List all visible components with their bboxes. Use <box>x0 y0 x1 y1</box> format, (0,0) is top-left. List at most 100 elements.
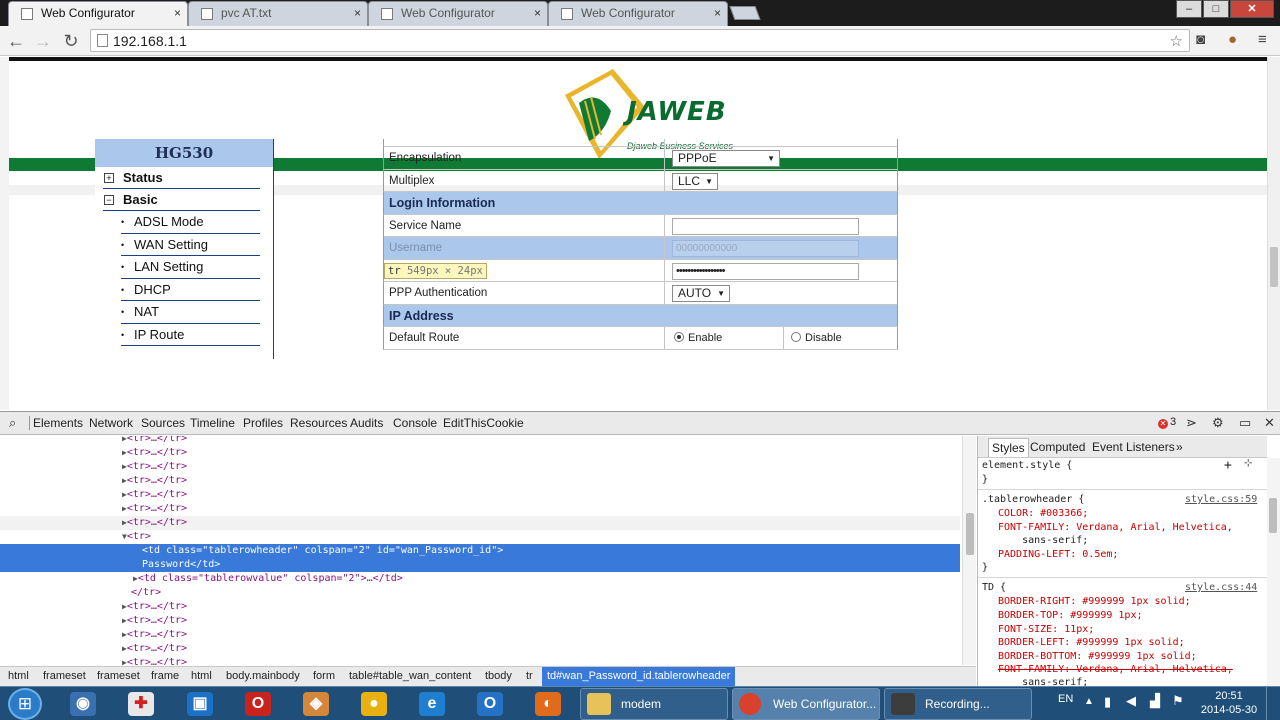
scrollbar-thumb[interactable] <box>1269 498 1277 533</box>
collapse-triangle-icon[interactable]: ▼ <box>0 532 127 541</box>
menu-item-nat[interactable]: NAT <box>121 301 260 324</box>
task-recording[interactable]: Recording... <box>884 688 1032 720</box>
page-scrollbar[interactable] <box>1267 57 1280 410</box>
dom-node-row[interactable]: ▶<tr>…</tr> <box>0 488 960 502</box>
dom-node-row[interactable]: ▶<tr>…</tr> <box>0 502 960 516</box>
expand-triangle-icon[interactable]: ▶ <box>0 574 138 583</box>
css-property[interactable]: BORDER-RIGHT: #999999 1px solid; <box>998 596 1191 607</box>
browser-tab-2[interactable]: pvc AT.txt × <box>188 1 368 26</box>
username-input[interactable]: 00000000000 <box>672 240 859 257</box>
rule-source-link[interactable]: style.css:59 <box>1185 494 1257 505</box>
expand-triangle-icon[interactable]: ▶ <box>0 462 127 471</box>
devtools-tab-audits[interactable]: Audits <box>350 416 383 430</box>
css-property[interactable]: FONT-SIZE: 11px; <box>998 624 1094 635</box>
volume-icon[interactable]: ◀ <box>1126 693 1136 709</box>
expand-triangle-icon[interactable]: ▶ <box>0 518 127 527</box>
css-property[interactable]: BORDER-BOTTOM: #999999 1px solid; <box>998 651 1197 662</box>
tab-close-icon[interactable]: × <box>354 2 361 25</box>
add-rule-icon[interactable]: + <box>1224 458 1232 473</box>
dom-node-row[interactable]: ▶<tr>…</tr> <box>0 656 960 665</box>
toggle-state-icon[interactable]: ⊹ <box>1244 458 1252 469</box>
dom-node-row[interactable]: ▶<tr>…</tr> <box>0 474 960 488</box>
start-button[interactable]: ⊞ <box>8 688 42 720</box>
network-signal-icon[interactable]: ▟ <box>1150 693 1160 709</box>
settings-gear-icon[interactable]: ⚙ <box>1212 415 1224 431</box>
styles-scrollbar[interactable] <box>1267 458 1280 686</box>
crumb[interactable]: tbody <box>485 670 512 682</box>
menu-item-adsl-mode[interactable]: ADSL Mode <box>121 211 260 234</box>
dom-node-selected[interactable]: <td class="tablerowheader" colspan="2" i… <box>0 544 960 558</box>
devtools-tab-network[interactable]: Network <box>89 416 133 430</box>
expand-triangle-icon[interactable]: ▶ <box>0 602 127 611</box>
crumb[interactable]: form <box>313 670 335 682</box>
rule-source-link[interactable]: style.css:44 <box>1185 582 1257 593</box>
maximize-button[interactable]: □ <box>1203 0 1229 18</box>
expand-triangle-icon[interactable]: ▶ <box>0 630 127 639</box>
expand-triangle-icon[interactable]: ▶ <box>0 436 127 443</box>
language-indicator[interactable]: EN <box>1058 693 1073 705</box>
minimize-button[interactable]: – <box>1176 0 1202 18</box>
bookmark-star-icon[interactable]: ☆ <box>1170 32 1183 50</box>
default-route-disable-radio[interactable]: Disable <box>791 332 842 344</box>
cookie-extension-icon[interactable]: ● <box>1228 31 1237 48</box>
dom-node-row[interactable]: ▶<tr>…</tr> <box>0 446 960 460</box>
menu-item-lan-setting[interactable]: LAN Setting <box>121 256 260 279</box>
devtools-tab-resources[interactable]: Resources <box>290 416 347 430</box>
tab-styles[interactable]: Styles <box>988 438 1029 457</box>
devtools-tab-sources[interactable]: Sources <box>141 416 185 430</box>
collapse-minus-icon[interactable]: − <box>104 195 114 205</box>
expand-triangle-icon[interactable]: ▶ <box>0 616 127 625</box>
tab-computed[interactable]: Computed <box>1030 440 1085 454</box>
console-drawer-icon[interactable]: ⋗ <box>1186 415 1197 431</box>
crumb[interactable]: html <box>191 670 212 682</box>
tab-event-listeners[interactable]: Event Listeners <box>1092 440 1175 454</box>
default-route-enable-radio[interactable]: Enable <box>674 332 722 344</box>
app-icon-firefox[interactable]: ◐ <box>535 692 561 716</box>
task-web-configurator[interactable]: Web Configurator... <box>732 688 880 720</box>
scrollbar-thumb[interactable] <box>966 513 974 555</box>
menu-item-dhcp[interactable]: DHCP <box>121 279 260 301</box>
app-icon-outlook[interactable]: O <box>477 692 503 716</box>
tray-expand-icon[interactable]: ▲ <box>1084 696 1094 707</box>
service-name-input[interactable] <box>672 217 859 235</box>
app-icon-media[interactable]: ● <box>361 692 387 716</box>
expand-triangle-icon[interactable]: ▶ <box>0 476 127 485</box>
scrollbar-thumb[interactable] <box>1270 247 1278 287</box>
new-tab-button[interactable] <box>729 6 761 20</box>
ppp-auth-select[interactable]: AUTO ▼ <box>672 285 730 302</box>
dom-node-row[interactable]: ▶<tr>…</tr> <box>0 460 960 474</box>
devtools-tab-timeline[interactable]: Timeline <box>190 416 235 430</box>
battery-icon[interactable]: ▮ <box>1104 694 1111 710</box>
forward-arrow-icon[interactable]: → <box>32 30 54 52</box>
dom-node-close[interactable]: </tr> <box>0 586 960 600</box>
dom-node-selected-text[interactable]: Password</td> <box>0 558 960 572</box>
back-arrow-icon[interactable]: ← <box>5 30 27 52</box>
browser-tab-3[interactable]: Web Configurator × <box>368 1 548 26</box>
crumb[interactable]: tr <box>526 670 533 682</box>
crumb[interactable]: body.mainbody <box>226 670 300 682</box>
dom-node-row[interactable]: ▶<tr>…</tr> <box>0 436 960 446</box>
tab-close-icon[interactable]: × <box>534 2 541 25</box>
crumb[interactable]: table#table_wan_content <box>349 670 471 682</box>
reload-icon[interactable]: ↻ <box>60 30 82 52</box>
expand-triangle-icon[interactable]: ▶ <box>0 490 127 499</box>
password-input[interactable]: ••••••••••••••••• <box>672 262 859 280</box>
app-icon-network[interactable]: ◉ <box>70 692 96 716</box>
menu-item-wan-setting[interactable]: WAN Setting <box>121 234 260 256</box>
css-property[interactable]: FONT-FAMILY: Verdana, Arial, Helvetica, <box>998 522 1233 533</box>
elements-tree[interactable]: ▶<tr>…</tr> ▶<tr>…</tr> ▶<tr>…</tr> ▶<tr… <box>0 436 962 665</box>
app-icon-opera[interactable]: O <box>245 692 271 716</box>
dom-node-row[interactable]: ▶<tr>…</tr> <box>0 614 960 628</box>
crumb[interactable]: frameset <box>43 670 86 682</box>
mask-extension-icon[interactable]: ◙ <box>1196 31 1205 48</box>
css-property[interactable]: BORDER-TOP: #999999 1px; <box>998 610 1143 621</box>
app-icon-ie[interactable]: e <box>419 692 445 716</box>
menu-group-status[interactable]: + Status <box>103 167 260 189</box>
dom-node-row[interactable]: ▶<tr>…</tr> <box>0 600 960 614</box>
devtools-tab-profiles[interactable]: Profiles <box>243 416 283 430</box>
task-modem[interactable]: modem <box>580 688 728 720</box>
dom-node-row[interactable]: ▶<tr>…</tr> <box>0 516 960 530</box>
show-desktop-button[interactable] <box>1266 687 1280 720</box>
tab-close-icon[interactable]: × <box>174 2 181 25</box>
close-devtools-icon[interactable]: ✕ <box>1264 415 1275 431</box>
